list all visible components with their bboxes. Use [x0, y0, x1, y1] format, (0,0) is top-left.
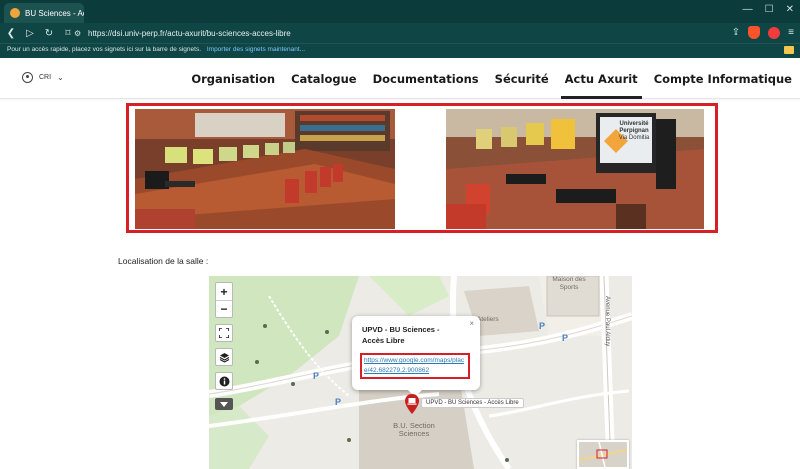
nav-catalogue[interactable]: Catalogue: [283, 58, 365, 99]
banner-line-3: Via Domitia: [618, 135, 650, 141]
browser-tab[interactable]: BU Sciences - Accès Lib: [4, 3, 84, 23]
reload-icon[interactable]: ↻: [41, 25, 57, 41]
import-bookmarks-link[interactable]: Importer des signets maintenant...: [207, 46, 305, 53]
computer-room-photo-2[interactable]: Université Perpignan Via Domitia: [446, 109, 704, 229]
minimap-tiles: [578, 441, 628, 468]
map-label-road: Avenue Paul Alduy: [604, 296, 610, 347]
popup-close-button[interactable]: ×: [469, 319, 474, 328]
parking-icon: P: [313, 371, 320, 381]
popup-link-highlight: https://www.google.com/maps/place/42.682…: [360, 353, 470, 379]
bookmarks-folder-icon[interactable]: [784, 46, 794, 54]
popup-title: UPVD - BU Sciences - Accès Libre: [362, 325, 440, 345]
browser-tabbar: BU Sciences - Accès Lib — ☐ ✕: [0, 0, 800, 23]
marker-tooltip: UPVD - BU Sciences - Accès Libre: [421, 398, 524, 408]
address-bar[interactable]: ⚙ https://dsi.univ-perp.fr/actu-axurit/b…: [74, 26, 754, 40]
fullscreen-icon: [219, 328, 229, 338]
tab-title: BU Sciences - Accès Lib: [25, 8, 84, 18]
info-button[interactable]: [215, 372, 233, 390]
zoom-out-button[interactable]: −: [216, 300, 232, 317]
forward-icon[interactable]: ▷: [22, 25, 38, 41]
url-text: https://dsi.univ-perp.fr/actu-axurit/bu-…: [88, 28, 291, 38]
user-icon: [22, 72, 33, 83]
google-maps-link[interactable]: https://www.google.com/maps/place/42.682…: [364, 356, 466, 376]
map-label-building: B.U. Section Sciences: [393, 421, 435, 438]
bookmarks-bar: Pour un accès rapide, placez vos signets…: [0, 43, 800, 58]
nav-documentations[interactable]: Documentations: [365, 58, 487, 99]
map-marker-icon[interactable]: [405, 394, 419, 414]
toolbar-actions: ⇪ ≡: [732, 26, 794, 39]
parking-icon: P: [562, 333, 569, 343]
photo-1-illustration: [135, 109, 395, 229]
parking-icon: P: [335, 397, 342, 407]
layers-icon: [219, 352, 229, 363]
brave-shields-icon[interactable]: [748, 26, 761, 39]
location-label: Localisation de la salle :: [118, 256, 209, 266]
browser-toolbar: ❮ ▷ ↻ ⌑ ⚙ https://dsi.univ-perp.fr/actu-…: [0, 23, 800, 43]
triangle-down-icon: [220, 401, 228, 407]
nav-actu-axurit[interactable]: Actu Axurit: [557, 58, 646, 99]
parking-icon: P: [539, 321, 546, 331]
minimize-icon[interactable]: —: [743, 4, 753, 15]
layers-button[interactable]: [215, 348, 233, 366]
collapse-button[interactable]: [215, 398, 233, 410]
close-window-icon[interactable]: ✕: [786, 4, 794, 15]
zoom-in-button[interactable]: +: [216, 283, 232, 300]
minimap[interactable]: [577, 440, 629, 469]
share-icon[interactable]: ⇪: [732, 27, 740, 38]
map-label-ateliers: Ateliers: [477, 316, 499, 323]
browser-menu-icon[interactable]: ≡: [788, 27, 794, 38]
rewards-icon[interactable]: [768, 26, 781, 39]
nav-compte-informatique[interactable]: Compte Informatique: [646, 58, 800, 99]
back-icon[interactable]: ❮: [3, 25, 19, 41]
banner-line-2: Perpignan: [619, 128, 649, 134]
main-nav: Organisation Catalogue Documentations Sé…: [183, 58, 800, 99]
photo-gallery-frame: Université Perpignan Via Domitia: [126, 103, 718, 233]
bookmarks-prompt-text: Pour un accès rapide, placez vos signets…: [7, 46, 202, 53]
university-banner: Université Perpignan Via Domitia: [602, 121, 652, 142]
nav-securite[interactable]: Sécurité: [487, 58, 557, 99]
map-widget[interactable]: Ateliers Maison des Sports Avenue Paul A…: [209, 276, 632, 469]
user-label: CRI: [39, 74, 52, 81]
bookmarks-prompt: Pour un accès rapide, placez vos signets…: [7, 46, 305, 53]
map-popup: × UPVD - BU Sciences - Accès Libre https…: [352, 316, 480, 397]
photo-2-illustration: [446, 109, 704, 229]
chevron-down-icon: ⌄: [57, 73, 64, 82]
zoom-controls: + −: [215, 282, 233, 318]
computer-room-photo-1[interactable]: [135, 109, 395, 229]
site-header: CRI ⌄ Organisation Catalogue Documentati…: [0, 58, 800, 99]
nav-organisation[interactable]: Organisation: [183, 58, 283, 99]
fullscreen-button[interactable]: [215, 324, 233, 342]
site-info-icon[interactable]: ⚙: [74, 29, 88, 38]
banner-line-1: Université: [619, 121, 649, 127]
maximize-icon[interactable]: ☐: [765, 4, 774, 15]
window-controls: — ☐ ✕: [743, 4, 794, 15]
user-menu[interactable]: CRI ⌄: [22, 72, 64, 83]
info-icon: [219, 376, 229, 386]
site-favicon-icon: [10, 8, 20, 18]
map-label-sports: Maison des Sports: [552, 276, 586, 291]
